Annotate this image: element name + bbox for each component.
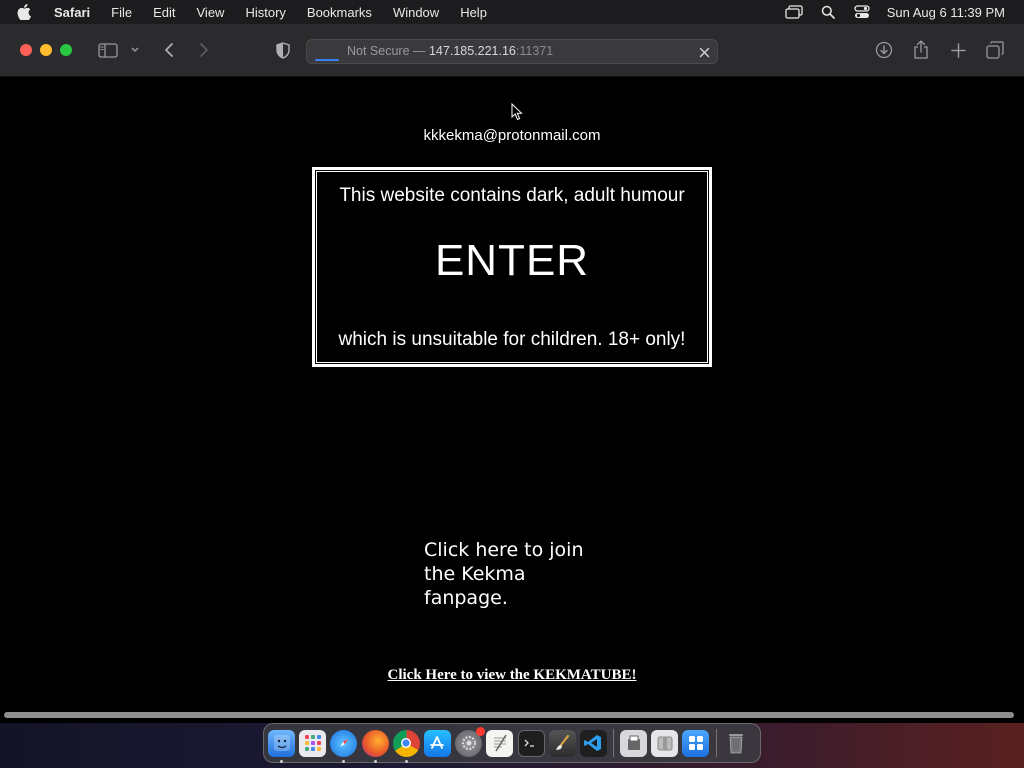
menubar-clock[interactable]: Sun Aug 6 11:39 PM <box>887 5 1005 20</box>
dock-launchpad-icon[interactable] <box>299 729 327 757</box>
url-host: 147.185.221.16 <box>428 44 516 58</box>
sidebar-toggle-icon[interactable] <box>97 42 119 59</box>
menu-edit[interactable]: Edit <box>153 5 175 20</box>
dock-textedit-icon[interactable] <box>486 729 514 757</box>
chevron-down-icon[interactable] <box>129 44 141 56</box>
safari-toolbar: Not Secure — 147.185.221.16:11371 <box>0 24 1024 77</box>
notification-badge <box>476 726 486 736</box>
kekmatube-link[interactable]: Click Here to view the KEKMATUBE! <box>0 667 1024 684</box>
tab-overview-icon[interactable] <box>985 40 1005 60</box>
dock-separator <box>613 729 615 757</box>
warning-line-2: which is unsuitable for children. 18+ on… <box>338 329 686 350</box>
dock-firefox-icon[interactable] <box>361 729 389 763</box>
screen-mirroring-icon[interactable] <box>785 5 803 19</box>
forward-icon[interactable] <box>195 41 213 59</box>
url-not-secure-label: Not Secure — <box>347 44 429 58</box>
dock-trash-icon[interactable] <box>723 730 750 757</box>
menu-help[interactable]: Help <box>460 5 487 20</box>
menu-app-safari[interactable]: Safari <box>54 5 90 20</box>
window-minimize-button[interactable] <box>40 44 52 56</box>
dock-app-store-icon[interactable] <box>423 729 451 757</box>
back-icon[interactable] <box>160 41 178 59</box>
dock-separator <box>715 729 717 757</box>
menu-history[interactable]: History <box>245 5 285 20</box>
desktop-background <box>0 723 1024 768</box>
control-center-icon[interactable] <box>853 5 871 19</box>
horizontal-scrollbar[interactable] <box>0 707 1024 723</box>
web-page: kkkekma@protonmail.com This website cont… <box>0 77 1024 707</box>
spotlight-search-icon[interactable] <box>819 5 837 19</box>
menu-bar: Safari File Edit View History Bookmarks … <box>0 0 1024 24</box>
menu-file[interactable]: File <box>111 5 132 20</box>
warning-line-1: This website contains dark, adult humour <box>339 185 685 206</box>
share-icon[interactable] <box>911 39 931 61</box>
fanpage-link[interactable]: Click here to join the Kekma fanpage. <box>424 538 604 610</box>
stop-loading-icon[interactable] <box>695 43 713 61</box>
dock-chrome-icon[interactable] <box>392 729 420 763</box>
new-tab-icon[interactable] <box>948 40 968 60</box>
address-bar[interactable]: Not Secure — 147.185.221.16:11371 <box>306 39 718 64</box>
contact-email: kkkekma@protonmail.com <box>423 127 601 144</box>
url-port: :11371 <box>515 44 554 58</box>
mouse-cursor-icon <box>511 102 523 126</box>
enter-button[interactable]: ENTER <box>315 236 709 286</box>
running-indicator <box>280 759 283 763</box>
window-fullscreen-button[interactable] <box>60 44 72 56</box>
scrollbar-thumb[interactable] <box>4 712 1014 718</box>
dock-vscode-icon[interactable] <box>579 729 607 757</box>
apple-menu-icon[interactable] <box>17 4 37 20</box>
enter-banner[interactable]: This website contains dark, adult humour… <box>312 167 712 367</box>
menu-bookmarks[interactable]: Bookmarks <box>307 5 372 20</box>
dock-system-settings-icon[interactable] <box>455 726 486 757</box>
page-load-progress <box>315 59 339 61</box>
address-url[interactable]: Not Secure — 147.185.221.16:11371 <box>347 44 553 58</box>
running-indicator <box>373 759 377 763</box>
running-indicator <box>342 759 346 763</box>
downloads-icon[interactable] <box>874 40 894 60</box>
privacy-shield-icon[interactable] <box>274 41 292 59</box>
menu-window[interactable]: Window <box>393 5 439 20</box>
dock-terminal-icon[interactable] <box>517 729 545 757</box>
menu-view[interactable]: View <box>197 5 225 20</box>
dock-control-panel-icon[interactable] <box>682 729 710 757</box>
dock-archive-utility-icon[interactable] <box>651 729 679 757</box>
dock-finder-icon[interactable] <box>268 729 295 763</box>
dock-safari-icon[interactable] <box>330 729 358 763</box>
window-close-button[interactable] <box>20 44 32 56</box>
running-indicator <box>404 759 408 763</box>
dock-brush-icon[interactable] <box>548 729 576 757</box>
dock <box>263 723 761 763</box>
dock-preview-icon[interactable] <box>620 729 648 757</box>
